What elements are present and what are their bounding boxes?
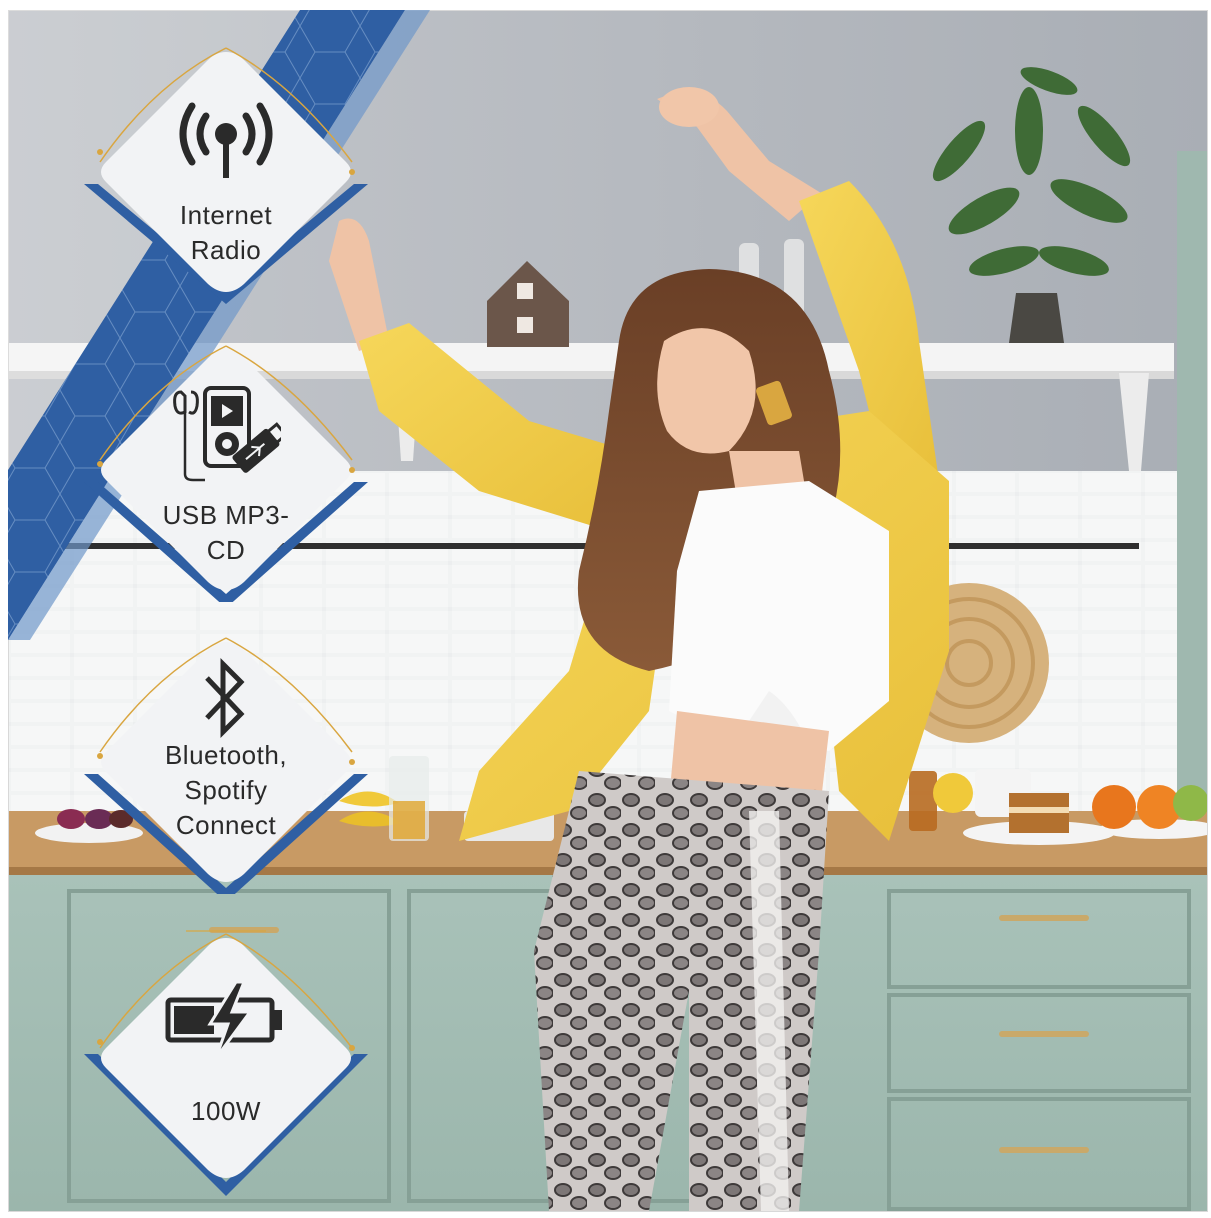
feature-badge-usb-mp3-cd: USB MP3- CD (84, 342, 368, 602)
feature-label: Internet Radio (179, 200, 273, 265)
product-feature-banner: Internet Radio USB MP3- CD Bluetooth, Sp… (0, 0, 1211, 1218)
feature-badge-100w: 100W (84, 930, 368, 1196)
usb-mp3-cd-icon (173, 386, 281, 482)
bluetooth-icon (205, 657, 245, 739)
battery-charging-icon (165, 980, 282, 1059)
feature-label: USB MP3- CD (162, 500, 290, 565)
feature-label: Bluetooth, Spotify Connect (164, 740, 288, 840)
internet-radio-icon (179, 102, 273, 178)
feature-badge-bluetooth: Bluetooth, Spotify Connect (84, 634, 368, 894)
feature-badge-internet-radio: Internet Radio (84, 44, 368, 304)
badge-diamond-shape (84, 930, 368, 1196)
feature-label: 100W (191, 1096, 261, 1126)
feature-badges: Internet Radio USB MP3- CD Bluetooth, Sp… (0, 0, 1211, 1218)
